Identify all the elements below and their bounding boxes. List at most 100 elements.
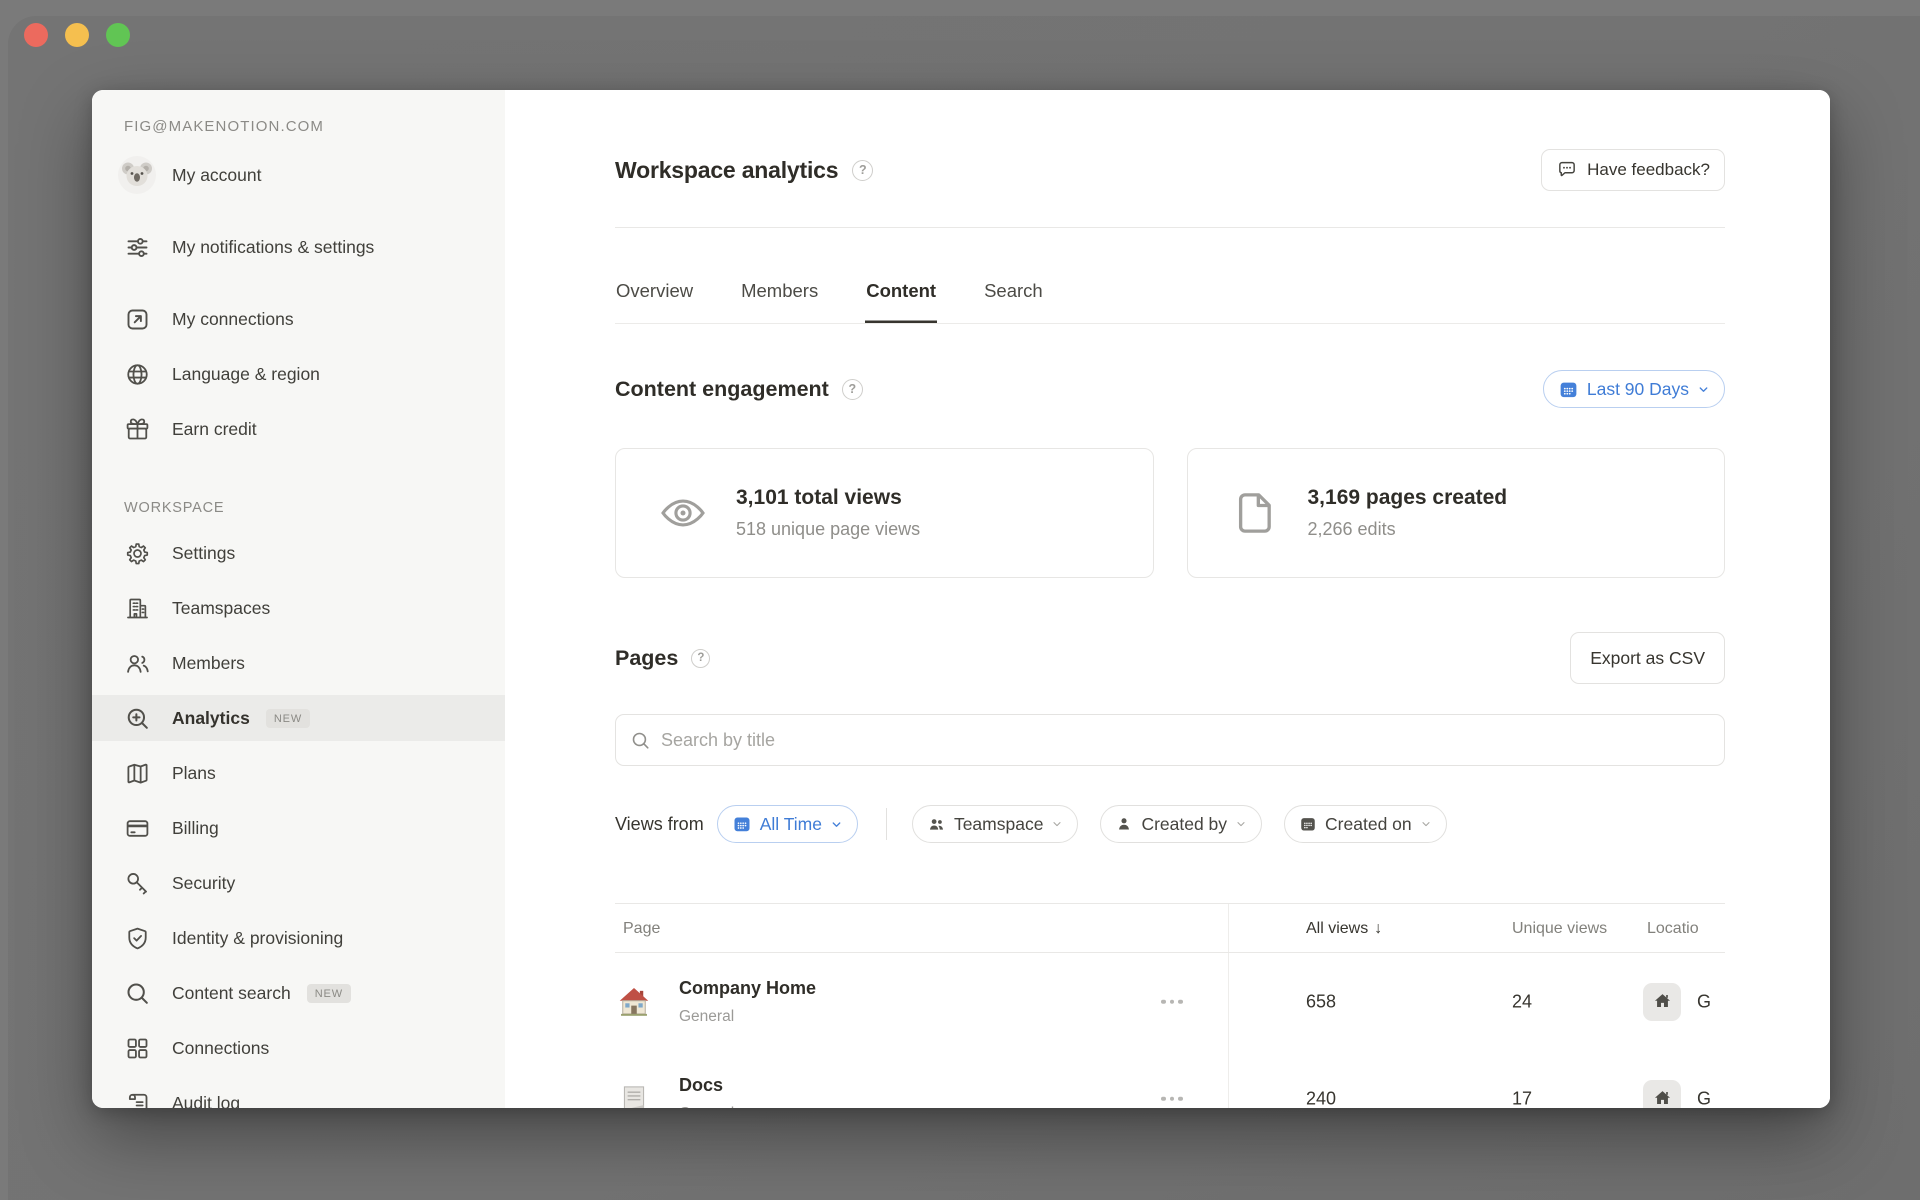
sidebar-item-my-connections[interactable]: My connections [92,296,505,342]
have-feedback-button[interactable]: Have feedback? [1541,149,1725,191]
tab-overview[interactable]: Overview [615,258,694,323]
tab-content[interactable]: Content [865,258,937,323]
created-on-filter-label: Created on [1325,814,1412,835]
page-title-cell: Docs [679,1075,734,1096]
row-more-actions-button[interactable] [1155,1090,1189,1107]
sidebar-item-label: Audit log [172,1091,240,1108]
views-from-dropdown[interactable]: All Time [717,805,858,843]
globe-icon [118,361,156,388]
minimize-window-button[interactable] [65,23,89,47]
sidebar-item-connections[interactable]: Connections [92,1025,505,1071]
page-filters: Views from All Time Teamspace Cre [615,804,1725,844]
sidebar-item-label: Analytics [172,706,250,731]
created-by-filter[interactable]: Created by [1100,805,1262,843]
building-icon [118,595,156,622]
sidebar-item-security[interactable]: Security [92,860,505,906]
close-window-button[interactable] [24,23,48,47]
date-range-dropdown[interactable]: Last 90 Days [1543,370,1725,408]
sidebar-item-label: Teamspaces [172,596,270,621]
search-icon [630,730,651,751]
eye-icon [658,488,708,538]
new-badge: NEW [266,709,310,728]
header-divider [615,227,1725,228]
page-search [615,714,1725,766]
scroll-icon [118,1090,156,1109]
pages-table: Page All views ↓ Unique views Locatio [615,903,1725,1108]
gear-icon [118,540,156,567]
sidebar-item-label: My notifications & settings [172,235,374,260]
person-icon [1115,815,1133,833]
sidebar-item-label: Identity & provisioning [172,926,343,951]
magnifier-plus-icon [118,705,156,732]
sidebar-item-members[interactable]: Members [92,640,505,686]
help-icon[interactable]: ? [852,160,873,181]
sidebar-item-label: My connections [172,307,294,332]
unique-views-cell: 24 [1512,991,1532,1012]
zoom-window-button[interactable] [106,23,130,47]
sidebar-item-label: Settings [172,541,235,566]
page-header: Workspace analytics ? Have feedback? [615,146,1725,194]
credit-card-icon [118,815,156,842]
sidebar-item-billing[interactable]: Billing [92,805,505,851]
export-csv-button[interactable]: Export as CSV [1570,632,1725,684]
views-from-label: Views from [615,814,704,835]
table-row[interactable]: Docs General 240 17 G [615,1050,1725,1108]
sidebar-item-audit-log[interactable]: Audit log [92,1080,505,1108]
table-row[interactable]: Company Home General 658 24 G [615,953,1725,1050]
location-cell: G [1697,991,1711,1012]
sidebar-item-label: My account [172,163,261,188]
column-header-location[interactable]: Locatio [1647,904,1725,954]
created-on-filter[interactable]: Created on [1284,805,1447,843]
sidebar-item-analytics[interactable]: Analytics NEW [92,695,505,741]
pages-created-card: 3,169 pages created 2,266 edits [1187,448,1726,578]
tab-members[interactable]: Members [740,258,819,323]
sidebar-item-label: Language & region [172,362,320,387]
sidebar-item-language-region[interactable]: Language & region [92,351,505,397]
page-teamspace-cell: General [679,1008,816,1026]
search-icon [118,980,156,1007]
search-by-title-input[interactable] [661,730,1710,751]
help-icon[interactable]: ? [691,649,710,668]
sidebar-item-label: Security [172,871,235,896]
sidebar-item-earn-credit[interactable]: Earn credit [92,406,505,452]
unique-views-sub: 518 unique page views [736,519,920,540]
page-teamspace-cell: General [679,1105,734,1109]
teamspace-filter-label: Teamspace [954,814,1044,835]
page-icon [1230,488,1280,538]
sort-descending-icon: ↓ [1374,920,1382,938]
analytics-tabs: Overview Members Content Search [615,258,1725,324]
unique-views-cell: 17 [1512,1088,1532,1108]
sidebar-item-identity-provisioning[interactable]: Identity & provisioning [92,915,505,961]
speech-bubble-icon [1556,159,1578,181]
table-header-row: Page All views ↓ Unique views Locatio [615,903,1725,953]
row-more-actions-button[interactable] [1155,993,1189,1010]
column-header-page[interactable]: Page [623,904,660,954]
engagement-stat-cards: 3,101 total views 518 unique page views … [615,448,1725,578]
teamspace-filter[interactable]: Teamspace [912,805,1079,843]
desktop-background: FIG@MAKENOTION.COM My account My notific… [0,0,1920,1200]
sidebar-item-plans[interactable]: Plans [92,750,505,796]
sidebar-item-my-account[interactable]: My account [92,152,505,198]
column-header-unique-views[interactable]: Unique views [1512,904,1607,954]
column-header-all-views[interactable]: All views ↓ [1306,904,1382,954]
sidebar-item-settings[interactable]: Settings [92,530,505,576]
user-avatar [118,156,156,194]
have-feedback-label: Have feedback? [1587,160,1710,180]
map-icon [118,760,156,787]
people-icon [927,815,946,834]
sliders-icon [118,234,156,261]
tab-search[interactable]: Search [983,258,1044,323]
sidebar-item-content-search[interactable]: Content search NEW [92,970,505,1016]
chevron-down-icon [1051,818,1063,830]
page-title: Workspace analytics [615,157,838,184]
sidebar-item-label: Plans [172,761,216,786]
sidebar-item-notifications-settings[interactable]: My notifications & settings [92,207,505,287]
shield-check-icon [118,925,156,952]
sidebar-item-label: Members [172,651,245,676]
chevron-down-icon [1420,818,1432,830]
help-icon[interactable]: ? [842,379,863,400]
edits-sub: 2,266 edits [1308,519,1508,540]
notion-settings-window: FIG@MAKENOTION.COM My account My notific… [92,90,1830,1108]
sidebar-item-teamspaces[interactable]: Teamspaces [92,585,505,631]
pages-title: Pages [615,646,678,671]
